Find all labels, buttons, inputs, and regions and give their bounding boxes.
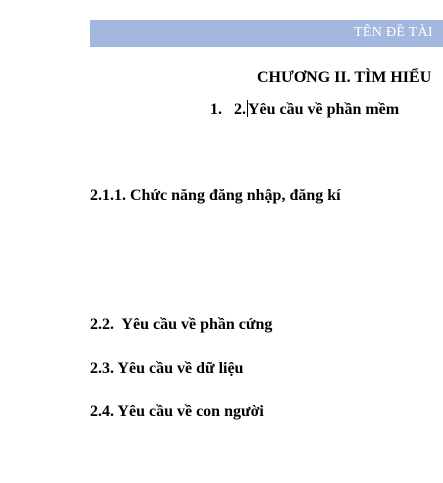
list-item-text: Yêu cầu về phần mềm <box>248 101 400 118</box>
section-heading-2-3[interactable]: 2.3. Yêu cầu về dữ liệu <box>90 360 243 378</box>
header-band: TÊN ĐỀ TÀI <box>90 20 443 47</box>
chapter-title[interactable]: CHƯƠNG II. TÌM HIỂU <box>257 69 431 87</box>
header-title: TÊN ĐỀ TÀI <box>354 25 433 40</box>
list-number: 1. <box>210 101 222 118</box>
list-item-prefix: 2. <box>234 101 246 118</box>
numbered-list-item[interactable]: 1. 2. Yêu cầu về phần mềm <box>210 100 399 119</box>
section-heading-2-2[interactable]: 2.2. Yêu cầu về phần cứng <box>90 316 272 334</box>
section-heading-2-4[interactable]: 2.4. Yêu cầu về con người <box>90 403 264 421</box>
section-heading-2-1-1[interactable]: 2.1.1. Chức năng đăng nhập, đăng kí <box>90 187 341 205</box>
